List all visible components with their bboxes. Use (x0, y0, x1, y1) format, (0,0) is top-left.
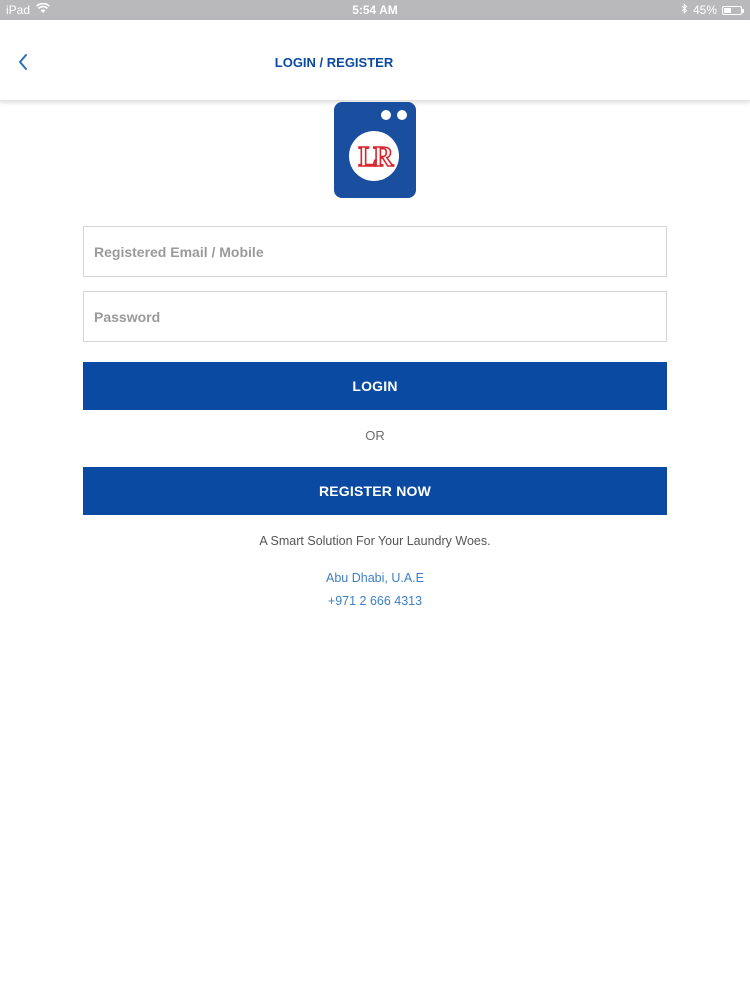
svg-text:LR: LR (359, 142, 395, 173)
bluetooth-icon (681, 2, 688, 17)
battery-fill (724, 7, 731, 13)
login-button[interactable]: LOGIN (83, 362, 667, 410)
location-text: Abu Dhabi, U.A.E (326, 571, 424, 585)
or-divider: OR (365, 428, 385, 443)
status-bar: iPad 5:54 AM 45% (0, 0, 750, 20)
register-now-button[interactable]: REGISTER NOW (83, 467, 667, 515)
page-title: LOGIN / REGISTER (274, 55, 394, 70)
password-field[interactable] (83, 291, 667, 342)
phone-link[interactable]: +971 2 666 4313 (0, 594, 750, 608)
battery-icon (722, 5, 744, 15)
nav-bar: LOGIN / REGISTER (0, 20, 750, 101)
app-logo: LR (334, 102, 416, 198)
status-right: 45% (681, 2, 744, 17)
status-time: 5:54 AM (352, 3, 398, 17)
battery-percent: 45% (692, 3, 717, 17)
tagline: A Smart Solution For Your Laundry Woes. (259, 534, 491, 548)
email-field[interactable] (83, 226, 667, 277)
